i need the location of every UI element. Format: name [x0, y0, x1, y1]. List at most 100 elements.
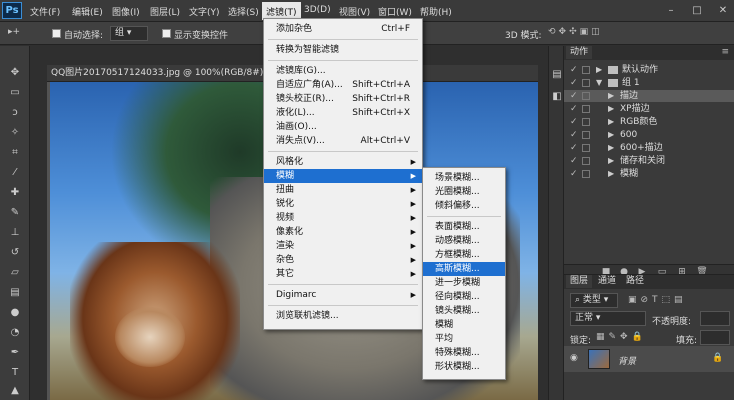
blur_submenu-item[interactable]: 动感模糊...: [423, 234, 505, 248]
layer-kind-filter[interactable]: ⌕ 类型 ▾: [570, 293, 618, 308]
close-icon[interactable]: ✕: [714, 4, 732, 17]
blur_submenu-item[interactable]: 光圈模糊...: [423, 185, 505, 199]
action-row[interactable]: ✓ ▶ 600: [564, 129, 734, 141]
action-row[interactable]: ✓ ▼ 组 1: [564, 77, 734, 89]
menu-3[interactable]: 图层(L): [150, 5, 180, 18]
action-row[interactable]: ✓ ▶ 模糊: [564, 168, 734, 180]
blur_submenu-item[interactable]: 进一步模糊: [423, 276, 505, 290]
gradient-icon[interactable]: ▤: [8, 286, 22, 299]
expand-arrow-icon[interactable]: ▶: [608, 116, 614, 128]
menu-7[interactable]: 3D(D): [304, 5, 331, 15]
magic-wand-icon[interactable]: ✧: [8, 126, 22, 139]
eye-icon[interactable]: ◉: [570, 353, 578, 363]
filter_menu-item[interactable]: 液化(L)... Shift+Ctrl+X: [264, 106, 422, 120]
expand-arrow-icon[interactable]: ▶: [608, 129, 614, 141]
filter_menu-item[interactable]: 转换为智能滤镜: [264, 43, 422, 57]
dialog-toggle-box[interactable]: [582, 118, 590, 126]
filter_menu-item[interactable]: 其它 ▶: [264, 267, 422, 281]
blur_submenu-item[interactable]: 径向模糊...: [423, 290, 505, 304]
menu-1[interactable]: 编辑(E): [72, 5, 103, 18]
eraser-icon[interactable]: ▱: [8, 266, 22, 279]
filter_menu-item[interactable]: 添加杂色 Ctrl+F: [264, 22, 422, 36]
filter_menu-item[interactable]: 渲染 ▶: [264, 239, 422, 253]
check-icon[interactable]: ✓: [570, 142, 578, 154]
properties-panel-icon[interactable]: ◧: [550, 90, 564, 103]
tab-channels[interactable]: 通道: [594, 275, 620, 288]
blur_submenu-item[interactable]: 模糊: [423, 318, 505, 332]
filter_menu-item[interactable]: 自适应广角(A)... Shift+Ctrl+A: [264, 78, 422, 92]
blur_submenu-item[interactable]: 倾斜偏移...: [423, 199, 505, 213]
dialog-toggle-box[interactable]: [582, 170, 590, 178]
check-icon[interactable]: ✓: [570, 129, 578, 141]
marquee-icon[interactable]: ▭: [8, 86, 22, 99]
fill-input[interactable]: [700, 330, 730, 345]
menu-2[interactable]: 图像(I): [112, 5, 140, 18]
panel-menu-icon[interactable]: ≡: [721, 47, 729, 57]
opacity-input[interactable]: [700, 311, 730, 326]
expand-arrow-icon[interactable]: ▼: [596, 77, 602, 89]
menu-5[interactable]: 选择(S): [228, 5, 259, 18]
filter_menu-item[interactable]: 锐化 ▶: [264, 197, 422, 211]
check-icon[interactable]: ✓: [570, 116, 578, 128]
filter_menu-item[interactable]: 像素化 ▶: [264, 225, 422, 239]
dialog-toggle-box[interactable]: [582, 131, 590, 139]
action-row[interactable]: ✓ ▶ RGB颜色: [564, 116, 734, 128]
menu-9[interactable]: 窗口(W): [378, 5, 412, 18]
check-icon[interactable]: ✓: [570, 103, 578, 115]
expand-arrow-icon[interactable]: ▶: [596, 64, 602, 76]
move-tool-icon[interactable]: ▸+: [8, 27, 20, 37]
filter_menu-item[interactable]: 滤镜库(G)...: [264, 64, 422, 78]
dialog-toggle-box[interactable]: [582, 66, 590, 74]
autoselect-select[interactable]: 组 ▾: [110, 26, 148, 41]
menu-0[interactable]: 文件(F): [30, 5, 60, 18]
blur-tool-icon[interactable]: ●: [8, 306, 22, 319]
expand-arrow-icon[interactable]: ▶: [608, 90, 614, 102]
filter_menu-item[interactable]: 镜头校正(R)... Shift+Ctrl+R: [264, 92, 422, 106]
filter_menu-item[interactable]: 模糊 ▶: [264, 169, 422, 183]
filter_menu-item[interactable]: 杂色 ▶: [264, 253, 422, 267]
minimize-icon[interactable]: –: [662, 4, 680, 17]
check-icon[interactable]: ✓: [570, 155, 578, 167]
blur_submenu-item[interactable]: 形状模糊...: [423, 360, 505, 374]
check-icon[interactable]: ✓: [570, 90, 578, 102]
autoselect-checkbox[interactable]: [52, 29, 61, 38]
crop-icon[interactable]: ⌗: [8, 146, 22, 159]
dialog-toggle-box[interactable]: [582, 79, 590, 87]
blur_submenu-item[interactable]: 场景模糊...: [423, 171, 505, 185]
tab-layers[interactable]: 图层: [566, 275, 593, 288]
dialog-toggle-box[interactable]: [582, 105, 590, 113]
expand-arrow-icon[interactable]: ▶: [608, 142, 614, 154]
blend-mode-select[interactable]: 正常 ▾: [570, 311, 646, 326]
blur_submenu-item[interactable]: 高斯模糊...: [423, 262, 505, 276]
path-select-icon[interactable]: ▲: [8, 384, 22, 397]
filter_menu-item[interactable]: 浏览联机滤镜...: [264, 309, 422, 323]
dialog-toggle-box[interactable]: [582, 144, 590, 152]
dodge-icon[interactable]: ◔: [8, 326, 22, 339]
layer-row[interactable]: ◉ 背景 🔒: [564, 346, 734, 372]
expand-arrow-icon[interactable]: ▶: [608, 155, 614, 167]
filter_menu-item[interactable]: 扭曲 ▶: [264, 183, 422, 197]
brush-icon[interactable]: ✎: [8, 206, 22, 219]
blur_submenu-item[interactable]: 镜头模糊...: [423, 304, 505, 318]
dialog-toggle-box[interactable]: [582, 92, 590, 100]
stamp-icon[interactable]: ⊥: [8, 226, 22, 239]
eyedropper-icon[interactable]: ⁄: [8, 166, 22, 179]
filter_menu-item[interactable]: 风格化 ▶: [264, 155, 422, 169]
action-row[interactable]: ✓ ▶ 描边: [564, 90, 734, 102]
transform-checkbox[interactable]: [162, 29, 171, 38]
action-row[interactable]: ✓ ▶ 默认动作: [564, 64, 734, 76]
blur_submenu-item[interactable]: 方框模糊...: [423, 248, 505, 262]
action-row[interactable]: ✓ ▶ 600+描边: [564, 142, 734, 154]
history-panel-icon[interactable]: ▤: [550, 68, 564, 81]
lasso-icon[interactable]: ↄ: [8, 106, 22, 119]
tab-paths[interactable]: 路径: [622, 275, 648, 288]
blur_submenu-item[interactable]: 特殊模糊...: [423, 346, 505, 360]
expand-arrow-icon[interactable]: ▶: [608, 103, 614, 115]
layer-filter-icons[interactable]: ▣⊘T⬚▤: [628, 295, 687, 305]
move-icon[interactable]: ✥: [8, 66, 22, 79]
check-icon[interactable]: ✓: [570, 64, 578, 76]
healing-icon[interactable]: ✚: [8, 186, 22, 199]
3d-mode-icons[interactable]: ⟲✥✣▣◫: [548, 27, 603, 37]
menu-10[interactable]: 帮助(H): [420, 5, 452, 18]
menu-8[interactable]: 视图(V): [339, 5, 370, 18]
